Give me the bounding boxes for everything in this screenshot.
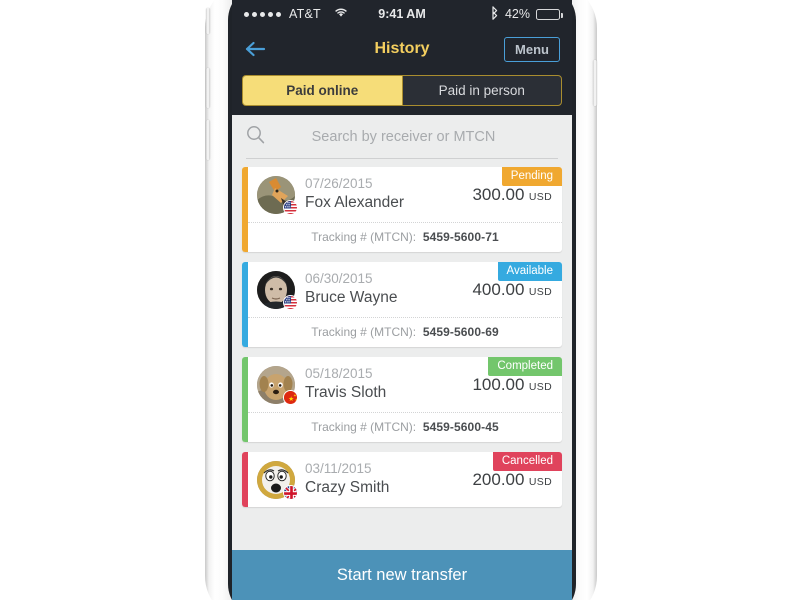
svg-text:★: ★ xyxy=(295,398,298,402)
back-button[interactable] xyxy=(244,40,266,58)
bluetooth-icon xyxy=(490,5,499,23)
receiver-info: 06/30/2015 Bruce Wayne xyxy=(305,271,472,308)
transaction-card[interactable]: Cancelled 03/11/2015 Crazy Smith 200.00 USD xyxy=(242,452,562,507)
transaction-card-body: Available 06/30/2015 Bruce Wayne 400.00 USD… xyxy=(248,262,562,347)
segmented-tabs: Paid online Paid in person xyxy=(232,70,572,115)
wifi-icon xyxy=(334,7,348,21)
tracking-number: 5459-5600-45 xyxy=(422,420,499,434)
amount-column: 300.00 USD xyxy=(472,185,552,205)
search-bar xyxy=(232,115,572,159)
tracking-label: Tracking # (MTCN): xyxy=(311,325,417,339)
search-input[interactable] xyxy=(275,129,558,145)
transaction-amount: 400.00 xyxy=(472,280,525,299)
status-badge: Available xyxy=(497,262,562,281)
receiver-name: Bruce Wayne xyxy=(305,289,398,307)
status-badge: Pending xyxy=(501,167,562,186)
tracking-number: 5459-5600-71 xyxy=(422,230,499,244)
status-bar: AT&T 9:41 AM 42% xyxy=(232,0,572,28)
tracking-label: Tracking # (MTCN): xyxy=(311,420,417,434)
us-flag-icon xyxy=(283,295,298,310)
signal-strength-icon xyxy=(244,11,281,17)
amount-column: 400.00 USD xyxy=(472,280,552,300)
transaction-amount: 200.00 xyxy=(472,470,525,489)
transaction-amount: 300.00 xyxy=(472,185,525,204)
nav-bar: History Menu xyxy=(232,28,572,70)
volume-up-button[interactable] xyxy=(206,68,210,108)
receiver-name: Travis Sloth xyxy=(305,384,387,402)
currency-label: USD xyxy=(528,286,552,298)
silent-switch[interactable] xyxy=(206,8,210,34)
receiver-name: Fox Alexander xyxy=(305,194,405,212)
battery-icon xyxy=(536,8,563,20)
avatar xyxy=(257,461,298,500)
tracking-number: 5459-5600-69 xyxy=(422,325,499,339)
battery-percent-label: 42% xyxy=(504,7,530,21)
receiver-info: 05/18/2015 Travis Sloth xyxy=(305,366,472,403)
screenshot-stage: AT&T 9:41 AM 42% History Menu Paid onlin… xyxy=(0,0,800,600)
amount-column: 200.00 USD xyxy=(472,470,552,490)
transaction-amount: 100.00 xyxy=(472,375,525,394)
arrow-left-icon xyxy=(245,41,266,57)
cn-flag-icon: ★ ★ ★ xyxy=(283,390,298,405)
us-flag-icon xyxy=(283,200,298,215)
status-badge: Cancelled xyxy=(492,452,562,471)
transaction-date: 05/18/2015 xyxy=(305,366,373,382)
amount-column: 100.00 USD xyxy=(472,375,552,395)
status-bar-right: 42% xyxy=(490,5,563,23)
search-row xyxy=(246,125,558,159)
currency-label: USD xyxy=(528,476,552,488)
tab-paid-in-person[interactable]: Paid in person xyxy=(401,75,562,106)
transaction-card[interactable]: Pending 07/26/2015 Fox Alexander 300.00 USD… xyxy=(242,167,562,252)
power-button[interactable] xyxy=(593,60,597,106)
receiver-name: Crazy Smith xyxy=(305,479,390,497)
tracking-row: Tracking # (MTCN): 5459-5600-45 xyxy=(248,412,562,442)
transaction-date: 07/26/2015 xyxy=(305,176,373,192)
transaction-date: 06/30/2015 xyxy=(305,271,373,287)
gb-flag-icon xyxy=(283,485,298,500)
tracking-row: Tracking # (MTCN): 5459-5600-71 xyxy=(248,222,562,252)
tracking-row: Tracking # (MTCN): 5459-5600-69 xyxy=(248,317,562,347)
start-new-transfer-button[interactable]: Start new transfer xyxy=(232,550,572,600)
volume-down-button[interactable] xyxy=(206,120,210,160)
phone-screen: AT&T 9:41 AM 42% History Menu Paid onlin… xyxy=(232,0,572,600)
search-icon xyxy=(246,125,265,149)
menu-button[interactable]: Menu xyxy=(504,36,560,62)
transaction-list: Pending 07/26/2015 Fox Alexander 300.00 USD… xyxy=(232,159,572,507)
avatar xyxy=(257,176,298,215)
tab-paid-online[interactable]: Paid online xyxy=(242,75,402,106)
currency-label: USD xyxy=(528,381,552,393)
transaction-date: 03/11/2015 xyxy=(305,461,372,477)
tracking-label: Tracking # (MTCN): xyxy=(311,230,417,244)
transaction-card-body: Cancelled 03/11/2015 Crazy Smith 200.00 USD xyxy=(248,452,562,507)
status-bar-left: AT&T xyxy=(244,7,348,21)
transaction-card[interactable]: Available 06/30/2015 Bruce Wayne 400.00 USD… xyxy=(242,262,562,347)
receiver-info: 07/26/2015 Fox Alexander xyxy=(305,176,472,213)
transaction-card-body: Pending 07/26/2015 Fox Alexander 300.00 USD… xyxy=(248,167,562,252)
avatar xyxy=(257,271,298,310)
receiver-info: 03/11/2015 Crazy Smith xyxy=(305,461,472,498)
transaction-card[interactable]: Completed ★ ★ ★ 05/18/2015 Travis Sloth 100.00… xyxy=(242,357,562,442)
currency-label: USD xyxy=(528,191,552,203)
status-badge: Completed xyxy=(488,357,562,376)
transaction-card-body: Completed ★ ★ ★ 05/18/2015 Travis Sloth 100.00… xyxy=(248,357,562,442)
carrier-label: AT&T xyxy=(289,7,321,21)
avatar: ★ ★ ★ xyxy=(257,366,298,405)
